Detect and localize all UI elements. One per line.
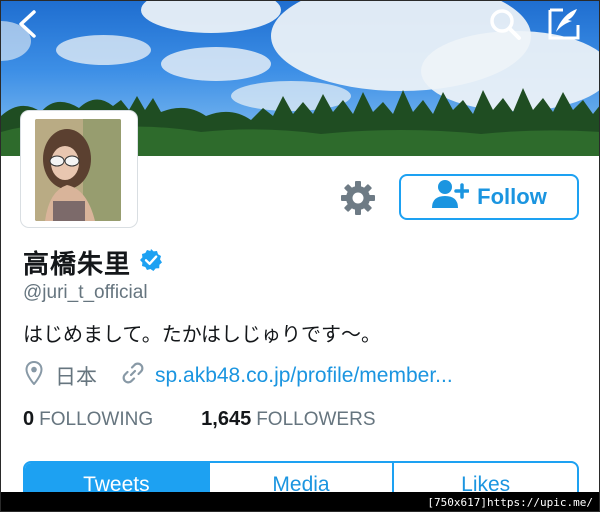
back-button[interactable] — [7, 5, 47, 43]
gear-icon — [339, 181, 377, 221]
following-count: 0 — [23, 408, 35, 430]
profile-link[interactable]: sp.akb48.co.jp/profile/member... — [155, 364, 453, 388]
profile-bio: はじめまして。たかはしじゅりです〜。 — [23, 324, 381, 346]
name-row: 高橋朱里 — [23, 244, 163, 281]
avatar-photo — [35, 119, 121, 221]
followers-stat[interactable]: 1,645 FOLLOWERS — [201, 408, 375, 431]
compose-button[interactable] — [544, 5, 584, 43]
profile-screen: Follow 高橋朱里 @juri_t_official はじめまして。たかはし… — [0, 0, 600, 512]
follow-button[interactable]: Follow — [399, 174, 579, 220]
settings-button[interactable] — [339, 179, 377, 217]
search-icon — [488, 7, 522, 41]
profile-avatar[interactable] — [21, 111, 137, 227]
back-arrow-icon — [16, 9, 38, 39]
profile-stats: 0 FOLLOWING 1,645 FOLLOWERS — [23, 408, 376, 431]
following-label: FOLLOWING — [39, 409, 154, 430]
followers-label: FOLLOWERS — [256, 409, 376, 430]
link-icon — [121, 361, 145, 391]
search-button[interactable] — [485, 5, 525, 43]
location-pin-icon — [25, 360, 43, 391]
add-user-icon — [431, 179, 470, 215]
profile-handle: @juri_t_official — [23, 282, 148, 303]
banner-cloud — [56, 35, 151, 65]
banner-cloud — [141, 1, 281, 33]
follow-label: Follow — [477, 184, 547, 209]
verified-badge-icon — [139, 248, 163, 277]
following-stat[interactable]: 0 FOLLOWING — [23, 408, 153, 431]
profile-location: 日本 — [55, 366, 97, 389]
followers-count: 1,645 — [201, 408, 252, 430]
compose-icon — [546, 6, 582, 42]
watermark: [750x617]https://upic.me/ — [1, 492, 599, 511]
banner-cloud — [161, 47, 271, 81]
profile-meta: 日本 sp.akb48.co.jp/profile/member... — [25, 360, 453, 391]
profile-name: 高橋朱里 — [23, 249, 132, 279]
